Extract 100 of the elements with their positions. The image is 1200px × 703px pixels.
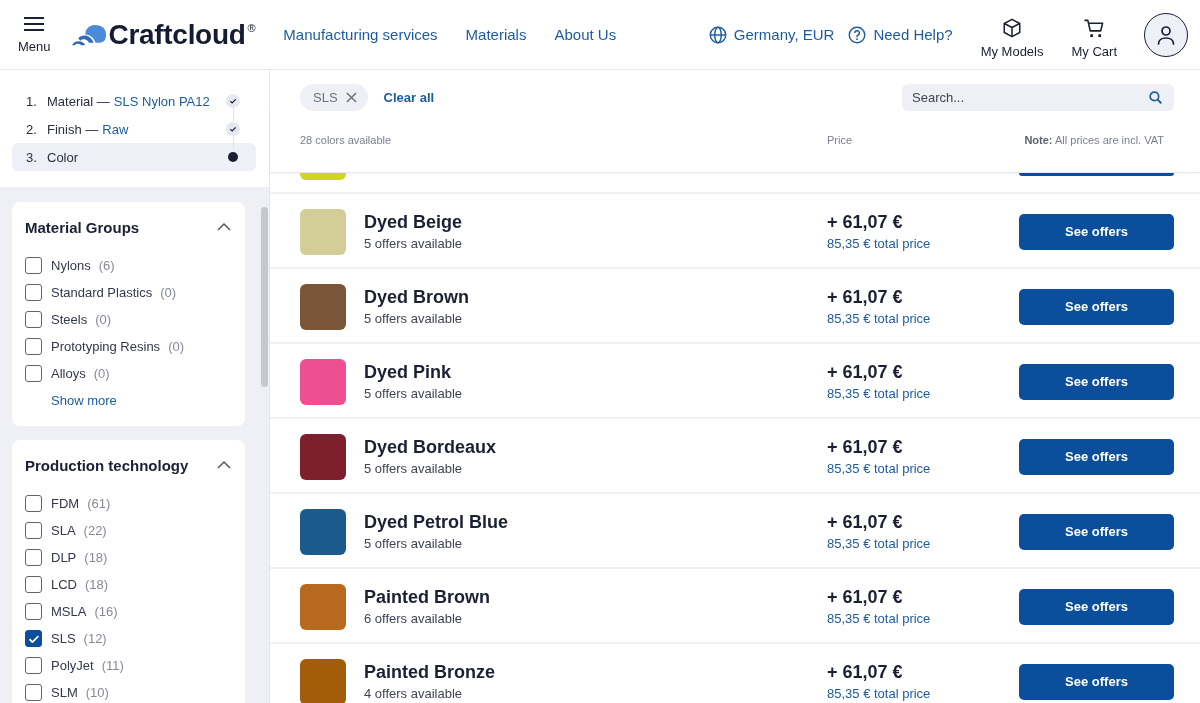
chevron-up-icon[interactable] [217,461,231,469]
see-offers-button[interactable]: See offers [1019,438,1174,475]
option-count: (6) [98,258,115,273]
option-label: SLS [51,631,76,646]
see-offers-button[interactable]: See offers [1019,213,1174,250]
menu-button[interactable]: Menu [18,17,51,54]
vat-note: Note: All prices are incl. VAT [1024,133,1164,148]
price-text: + 61,07 € [827,661,904,683]
checkbox[interactable] [25,549,42,566]
nav-link[interactable]: Materials [465,26,527,43]
see-offers-button[interactable]: See offers [1019,588,1174,625]
checkbox[interactable] [25,284,42,301]
nav-link[interactable]: Manufacturing services [283,26,438,43]
step-number: 2. [26,121,38,137]
offers-count: 5 offers available [364,535,464,552]
total-price: 85,35 € total price [827,610,932,627]
logo-link[interactable]: Craftcloud$^{®}$ [71,18,256,51]
option-label: Alloys [51,366,86,381]
option-label: MSLA [51,604,87,619]
price-text: + 61,07 € [827,211,904,233]
option-count: (10) [85,685,109,700]
product-name: Dyed Beige [364,211,464,233]
offers-count: 5 offers available [364,310,464,327]
option-count: (0) [95,312,112,327]
see-offers-button[interactable]: See offers [1019,363,1174,400]
column-heading: Price [827,133,854,148]
nav-link[interactable]: About Us [554,26,617,43]
option-count: (0) [168,339,184,354]
filter-title: Production technology [25,456,189,474]
price-text: + 61,07 € [827,286,904,308]
total-price: 85,35 € total price [827,235,932,252]
region-button[interactable]: Germany, EUR [708,25,835,44]
my-models-button[interactable]: My Models [980,18,1044,59]
clear-all-link[interactable]: Clear all [383,90,435,105]
step-number: 1. [26,93,38,109]
checkbox[interactable] [25,657,42,674]
option-label: SLA [51,523,76,538]
checkbox[interactable] [25,522,42,539]
option-count: (18) [84,550,108,565]
cart-icon [1083,18,1105,38]
product-name: Dyed Petrol Blue [364,511,510,533]
checkbox[interactable] [25,495,42,512]
option-label: PolyJet [51,658,94,673]
option-count: (0) [160,285,177,300]
checkbox[interactable] [25,603,42,620]
filter-chip[interactable]: SLS [300,84,368,111]
scrollbar-thumb[interactable] [261,207,268,387]
product-name: Painted Bronze [364,661,497,683]
search-field[interactable]: Search... [902,84,1174,111]
checkmark-icon [28,634,39,643]
globe-icon [708,25,727,44]
price-text: + 61,07 € [827,511,904,533]
product-name: Dyed Bordeaux [364,436,498,458]
product-name: Painted Brown [364,586,491,608]
option-count: (22) [83,523,107,538]
offers-count: 5 offers available [364,385,464,402]
see-offers-button[interactable]: See offers [1019,663,1174,700]
checkbox[interactable] [25,311,42,328]
total-price: 85,35 € total price [827,685,932,702]
step-number: 3. [26,149,38,165]
checkbox[interactable] [25,576,42,593]
see-offers-button[interactable]: See offers [1019,288,1174,325]
show-more-link[interactable]: Show more [51,387,117,414]
offers-count: 5 offers available [364,235,464,252]
total-price: 85,35 € total price [827,385,932,402]
option-count: (11) [101,658,124,673]
option-count: (16) [94,604,118,619]
help-button[interactable]: Need Help? [848,25,953,44]
price-text: + 61,07 € [827,586,904,608]
option-label: Nylons [51,258,91,273]
option-count: (0) [93,366,110,381]
offers-count: 4 offers available [364,685,464,702]
step-item[interactable]: 3. Color [12,143,256,171]
option-label: SLM [51,685,78,700]
account-button[interactable] [1144,12,1188,57]
results-count: 28 colors available [300,133,393,148]
price-text: + 61,07 € [827,361,904,383]
checkbox[interactable] [25,338,42,355]
total-price: 85,35 € total price [827,310,932,327]
person-icon [1156,24,1176,45]
option-label: DLP [51,550,77,565]
option-count: (61) [87,496,111,511]
option-label: Steels [51,312,88,327]
step-value: SLS Nylon PA12 [113,93,210,109]
step-label: Finish — [47,121,99,137]
step-label: Material — [47,93,110,109]
step-value: Raw [102,121,129,137]
total-price: 85,35 € total price [827,535,932,552]
filter-title: Material Groups [25,218,140,236]
offers-count: 5 offers available [364,460,464,477]
option-label: FDM [51,496,80,511]
checkbox[interactable] [25,257,42,274]
see-offers-button[interactable]: See offers [1019,513,1174,550]
checkbox[interactable] [25,684,42,701]
my-cart-button[interactable]: My Cart [1071,18,1117,59]
cloud-logo-icon [71,23,107,46]
checkbox[interactable] [25,365,42,382]
checkbox[interactable] [25,630,42,647]
menu-icon [24,17,45,31]
chevron-up-icon[interactable] [217,223,231,231]
